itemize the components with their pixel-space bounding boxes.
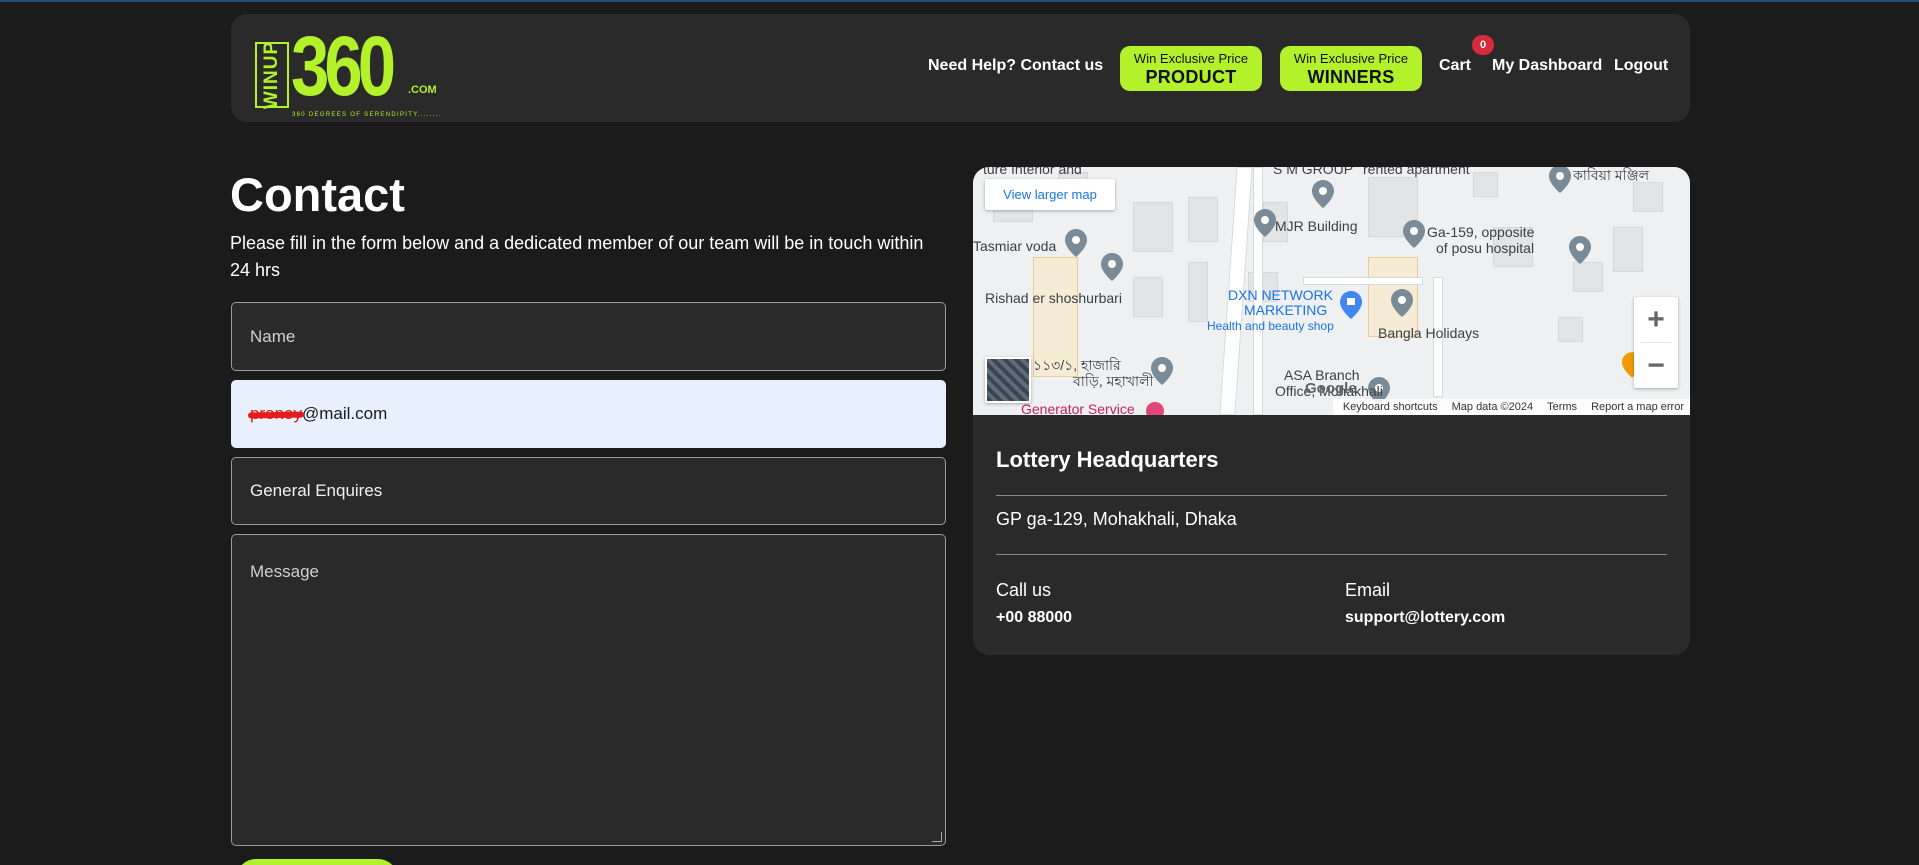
google-logo: Google <box>1305 380 1357 397</box>
map-pin-icon[interactable] <box>1065 229 1087 257</box>
map-label: MARKETING <box>1244 302 1328 318</box>
name-placeholder: Name <box>250 326 296 346</box>
map-label: বাড়ি, মহাখালী <box>1073 373 1154 389</box>
site-logo[interactable]: WINUP 360 .COM 360 DEGREES OF SERENDIPIT… <box>255 24 440 118</box>
view-larger-map-link[interactable]: View larger map <box>985 179 1115 210</box>
message-textarea[interactable]: Message <box>231 534 946 846</box>
keyboard-shortcuts-link[interactable]: Keyboard shortcuts <box>1343 401 1438 413</box>
support-email[interactable]: support@lottery.com <box>1345 609 1505 627</box>
name-input[interactable]: Name <box>231 302 946 371</box>
logo-mark: WINUP <box>255 40 289 110</box>
email-input[interactable]: pronoy @mail.com <box>231 380 946 448</box>
map-label: Ga-159, opposite <box>1427 224 1535 240</box>
map-label: DXN NETWORK <box>1228 287 1333 303</box>
terms-link[interactable]: Terms <box>1547 401 1577 413</box>
divider <box>996 554 1667 555</box>
cart-link[interactable]: Cart <box>1439 57 1471 75</box>
product-button[interactable]: Win Exclusive Price PRODUCT <box>1120 46 1262 91</box>
map-data-text: Map data ©2024 <box>1451 401 1534 413</box>
email-label: Email <box>1345 580 1391 600</box>
headquarters-card: Lottery Headquarters GP ga-129, Mohakhal… <box>973 415 1690 655</box>
zoom-in-button[interactable]: + <box>1634 297 1678 342</box>
zoom-controls: + − <box>1634 297 1678 388</box>
dashboard-link[interactable]: My Dashboard <box>1492 57 1602 75</box>
subject-value: General Enquires <box>250 481 383 500</box>
map-label: Rishad er shoshurbari <box>985 290 1122 306</box>
map-pin-icon[interactable] <box>1151 357 1173 385</box>
submit-button[interactable] <box>236 859 398 865</box>
email-domain: @mail.com <box>301 404 388 423</box>
message-placeholder: Message <box>250 562 319 581</box>
map-label: ture Interior and <box>983 167 1082 177</box>
divider <box>996 495 1667 496</box>
map-label: কাবিয়া মঞ্জিল <box>1573 167 1650 183</box>
map-label: Bangla Holidays <box>1378 325 1480 341</box>
map-building <box>1188 197 1218 242</box>
map-building <box>1188 262 1208 322</box>
map-building <box>1473 172 1498 197</box>
map-building <box>1558 317 1583 342</box>
map-building <box>1633 182 1663 212</box>
map-road <box>1303 277 1423 285</box>
winners-button[interactable]: Win Exclusive Price WINNERS <box>1280 46 1422 91</box>
winners-button-small: Win Exclusive Price <box>1293 50 1409 66</box>
map-pin-icon[interactable] <box>1254 209 1276 237</box>
shop-pin-icon[interactable] <box>1340 291 1362 319</box>
map-footer: Keyboard shortcuts Map data ©2024 Terms … <box>1333 399 1690 415</box>
logout-link[interactable]: Logout <box>1614 57 1668 75</box>
contact-description: Please fill in the form below and a dedi… <box>230 233 924 280</box>
map-label: MJR Building <box>1275 218 1358 234</box>
map-building <box>1133 202 1173 252</box>
service-pin-icon[interactable] <box>1145 401 1165 415</box>
product-button-big: PRODUCT <box>1145 66 1237 87</box>
logo-tagline: 360 DEGREES OF SERENDIPITY........ <box>292 112 442 118</box>
map-label: S M GROUP <box>1273 167 1354 177</box>
subject-select[interactable]: General Enquires <box>231 457 946 525</box>
map-pin-icon[interactable] <box>1549 167 1571 193</box>
map-label: of posu hospital <box>1436 240 1535 256</box>
zoom-out-button[interactable]: − <box>1634 343 1678 388</box>
map-pin-icon[interactable] <box>1312 180 1334 208</box>
email-redacted-part: pronoy <box>250 404 302 423</box>
call-us-label: Call us <box>996 580 1052 600</box>
map-pin-icon[interactable] <box>1569 236 1591 264</box>
map-building <box>1573 262 1603 292</box>
map-building <box>1613 227 1643 272</box>
page-title: Contact <box>230 168 405 221</box>
product-button-small: Win Exclusive Price <box>1133 50 1249 66</box>
embedded-map[interactable]: ture Interior and S M GROUP rented apart… <box>973 167 1690 415</box>
winners-button-big: WINNERS <box>1307 66 1395 87</box>
map-label: Health and beauty shop <box>1207 319 1334 333</box>
contact-us-link[interactable]: Need Help? Contact us <box>928 57 1103 75</box>
logo-suffix: .COM <box>408 84 437 96</box>
map-label: ১১৩/১, হাজারি <box>1033 357 1121 373</box>
map-pin-icon[interactable] <box>1391 289 1413 317</box>
cart-count-badge: 0 <box>1472 35 1494 55</box>
map-pin-icon[interactable] <box>1101 253 1123 281</box>
map-building <box>1133 277 1163 317</box>
satellite-toggle[interactable] <box>985 357 1031 403</box>
phone-number[interactable]: +00 88000 <box>996 609 1072 627</box>
logo-brand-side: WINUP <box>261 40 283 110</box>
site-header: WINUP 360 .COM 360 DEGREES OF SERENDIPIT… <box>231 14 1690 122</box>
headquarters-address: GP ga-129, Mohakhali, Dhaka <box>996 509 1237 529</box>
map-label: rented apartment <box>1363 167 1470 177</box>
headquarters-title: Lottery Headquarters <box>996 447 1219 472</box>
report-error-link[interactable]: Report a map error <box>1591 401 1684 413</box>
resize-handle[interactable] <box>932 832 942 842</box>
map-pin-icon[interactable] <box>1403 220 1425 248</box>
logo-number: 360 <box>291 19 396 113</box>
map-label: Tasmiar voda <box>973 238 1057 254</box>
map-label: Generator Service <box>1021 401 1135 415</box>
